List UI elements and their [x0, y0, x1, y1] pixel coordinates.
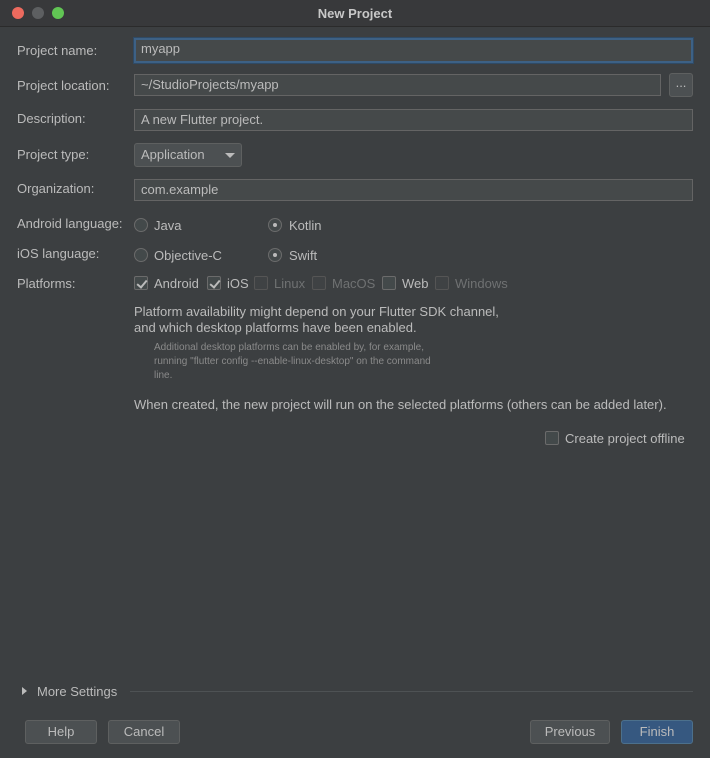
project-type-select[interactable]: Application: [134, 143, 242, 167]
desktop-hint-line-1: Additional desktop platforms can be enab…: [154, 342, 424, 353]
desktop-hint-line-2: running "flutter config --enable-linux-d…: [154, 356, 431, 367]
kotlin-radio[interactable]: [268, 218, 282, 232]
desktop-hint-line-3: line.: [154, 370, 173, 381]
objective-c-radio-label[interactable]: Objective-C: [154, 248, 222, 263]
more-settings-divider: [130, 691, 693, 692]
linux-checkbox[interactable]: [254, 276, 268, 290]
project-location-input[interactable]: ~/StudioProjects/myapp: [134, 74, 661, 96]
help-button[interactable]: Help: [25, 720, 97, 744]
macos-checkbox[interactable]: [312, 276, 326, 290]
android-language-label: Android language:: [17, 216, 123, 231]
checkmark-icon: [136, 277, 148, 289]
description-label: Description:: [17, 111, 86, 126]
platforms-created-note: When created, the new project will run o…: [134, 397, 667, 412]
new-project-dialog: New Project Project name: myapp Project …: [0, 0, 710, 758]
ios-checkbox-label[interactable]: iOS: [227, 276, 249, 291]
radio-selected-dot: [273, 253, 277, 257]
macos-checkbox-label[interactable]: MacOS: [332, 276, 375, 291]
more-settings-toggle[interactable]: More Settings: [37, 684, 117, 699]
objective-c-radio[interactable]: [134, 248, 148, 262]
chevron-right-icon[interactable]: [22, 687, 27, 695]
platform-availability-line-2: and which desktop platforms have been en…: [134, 320, 417, 335]
project-type-label: Project type:: [17, 147, 90, 162]
java-radio[interactable]: [134, 218, 148, 232]
kotlin-radio-label[interactable]: Kotlin: [289, 218, 322, 233]
checkmark-icon: [209, 277, 221, 289]
swift-radio[interactable]: [268, 248, 282, 262]
linux-checkbox-label[interactable]: Linux: [274, 276, 305, 291]
java-radio-label[interactable]: Java: [154, 218, 181, 233]
organization-label: Organization:: [17, 181, 95, 196]
platform-availability-line-1: Platform availability might depend on yo…: [134, 304, 499, 319]
project-type-value: Application: [141, 147, 205, 162]
web-checkbox[interactable]: [382, 276, 396, 290]
web-checkbox-label[interactable]: Web: [402, 276, 429, 291]
cancel-button[interactable]: Cancel: [108, 720, 180, 744]
offline-checkbox-label[interactable]: Create project offline: [565, 431, 685, 446]
project-name-label: Project name:: [17, 43, 98, 58]
chevron-down-icon: [225, 153, 235, 158]
title-bar: New Project: [0, 0, 710, 27]
windows-checkbox[interactable]: [435, 276, 449, 290]
platforms-label: Platforms:: [17, 276, 76, 291]
ios-language-label: iOS language:: [17, 246, 100, 261]
previous-button[interactable]: Previous: [530, 720, 610, 744]
project-location-label: Project location:: [17, 78, 110, 93]
description-input[interactable]: A new Flutter project.: [134, 109, 693, 131]
ios-checkbox[interactable]: [207, 276, 221, 290]
windows-checkbox-label[interactable]: Windows: [455, 276, 508, 291]
finish-button[interactable]: Finish: [621, 720, 693, 744]
android-checkbox[interactable]: [134, 276, 148, 290]
organization-input[interactable]: com.example: [134, 179, 693, 201]
swift-radio-label[interactable]: Swift: [289, 248, 317, 263]
android-checkbox-label[interactable]: Android: [154, 276, 199, 291]
offline-checkbox[interactable]: [545, 431, 559, 445]
project-name-input[interactable]: myapp: [134, 38, 693, 63]
window-title: New Project: [317, 6, 393, 21]
radio-selected-dot: [273, 223, 277, 227]
browse-button[interactable]: ...: [669, 73, 693, 97]
